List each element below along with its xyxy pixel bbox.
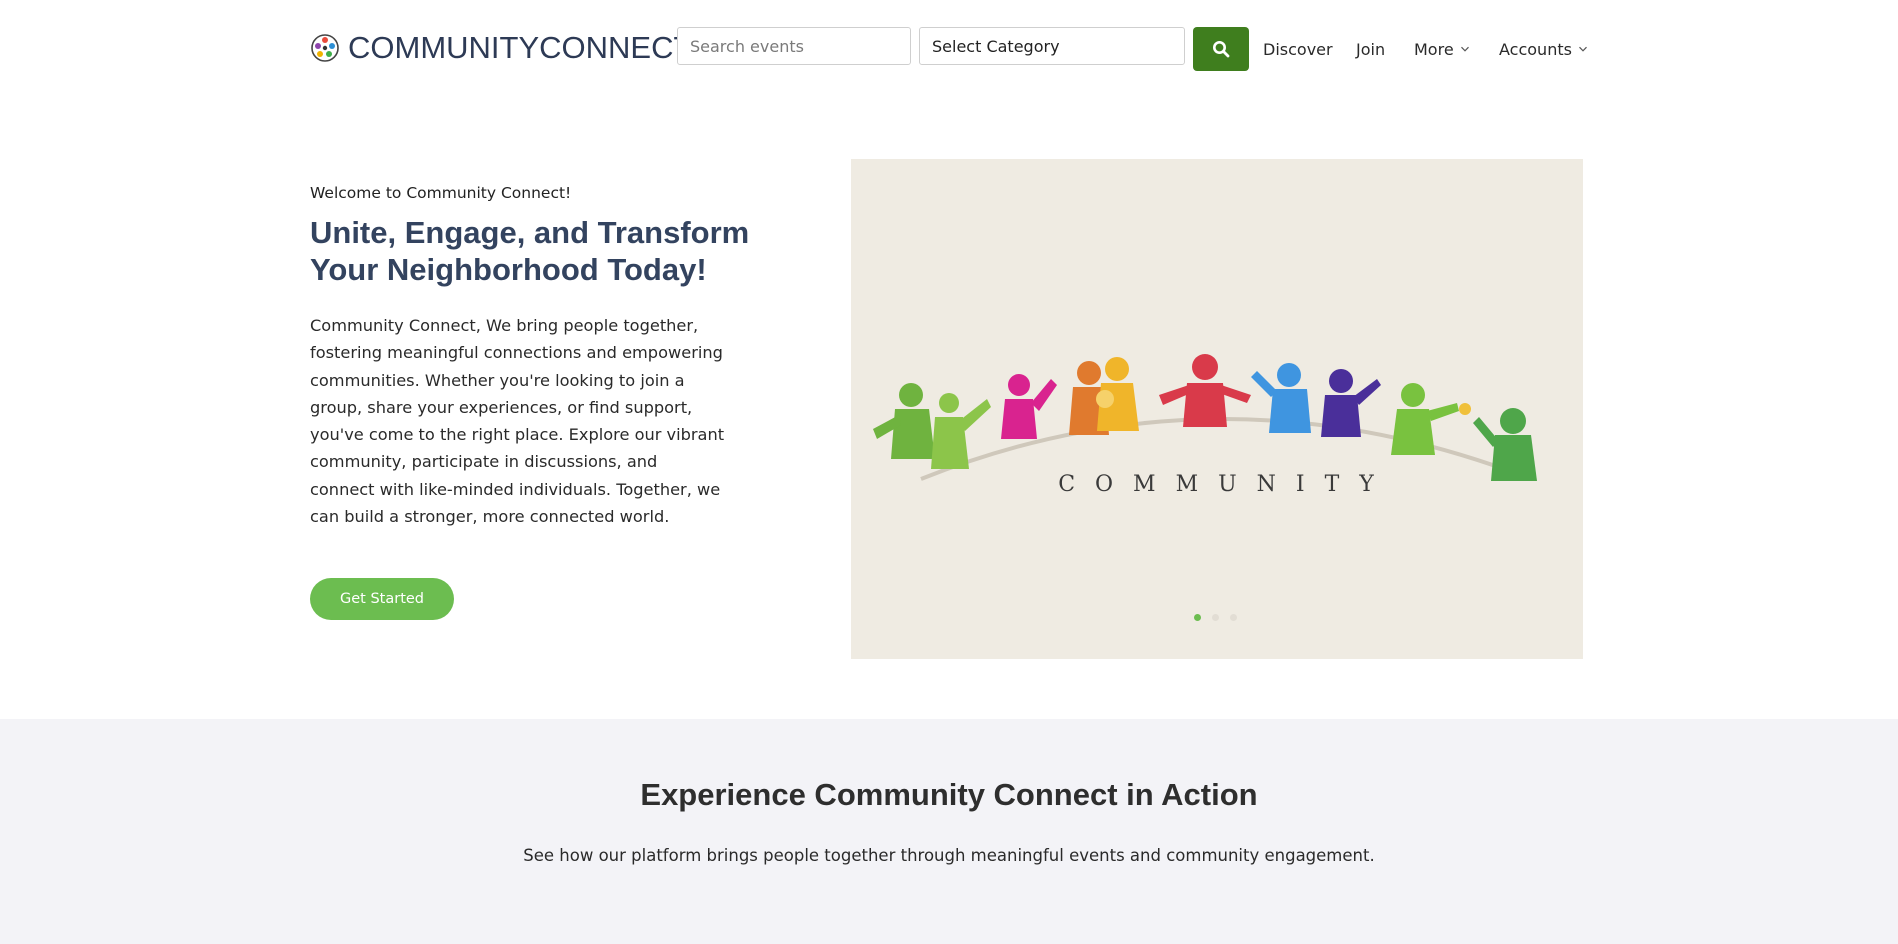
- community-illustration: COMMUNITY: [873, 354, 1537, 497]
- logo-text: COMMUNITYCONNECT: [348, 30, 693, 65]
- search-button[interactable]: [1193, 27, 1249, 71]
- nav-join[interactable]: Join: [1356, 36, 1385, 62]
- search-input[interactable]: [677, 27, 911, 65]
- category-select[interactable]: Select Category: [919, 27, 1185, 65]
- nav-join-label: Join: [1356, 39, 1386, 59]
- community-image-text: COMMUNITY: [1058, 472, 1394, 497]
- category-select-value: Select Category: [932, 36, 1060, 56]
- experience-section-title: Experience Community Connect in Action: [640, 777, 1258, 812]
- hero-description: Community Connect, We bring people toget…: [310, 316, 725, 527]
- nav-discover[interactable]: Discover: [1263, 36, 1333, 62]
- get-started-button[interactable]: Get Started: [310, 578, 454, 620]
- get-started-label: Get Started: [340, 591, 424, 607]
- hero-eyebrow: Welcome to Community Connect!: [310, 184, 572, 202]
- nav-more-label: More: [1414, 39, 1454, 59]
- nav-accounts-label: Accounts: [1499, 39, 1572, 59]
- experience-section-subtitle: See how our platform brings people toget…: [523, 846, 1375, 865]
- hero-image-slider[interactable]: COMMUNITY: [851, 159, 1583, 659]
- logo[interactable]: COMMUNITYCONNECT: [310, 30, 692, 66]
- experience-section: Experience Community Connect in Action S…: [0, 719, 1898, 944]
- slider-dots: [1194, 614, 1248, 621]
- hero-title: Unite, Engage, and Transform Your Neighb…: [310, 215, 750, 287]
- slider-dot[interactable]: [1230, 614, 1237, 621]
- nav-discover-label: Discover: [1263, 39, 1333, 59]
- search-icon: [1213, 41, 1230, 58]
- nav-more-dropdown[interactable]: More: [1414, 36, 1470, 62]
- nav-accounts-dropdown[interactable]: Accounts: [1499, 36, 1588, 62]
- slider-dot[interactable]: [1212, 614, 1219, 621]
- chevron-down-icon: [1460, 46, 1469, 52]
- community-logo-icon: [311, 34, 339, 62]
- chevron-down-icon: [1579, 46, 1587, 52]
- slider-dot[interactable]: [1194, 614, 1201, 621]
- site-header: COMMUNITYCONNECT Select Category Discove…: [0, 0, 1898, 96]
